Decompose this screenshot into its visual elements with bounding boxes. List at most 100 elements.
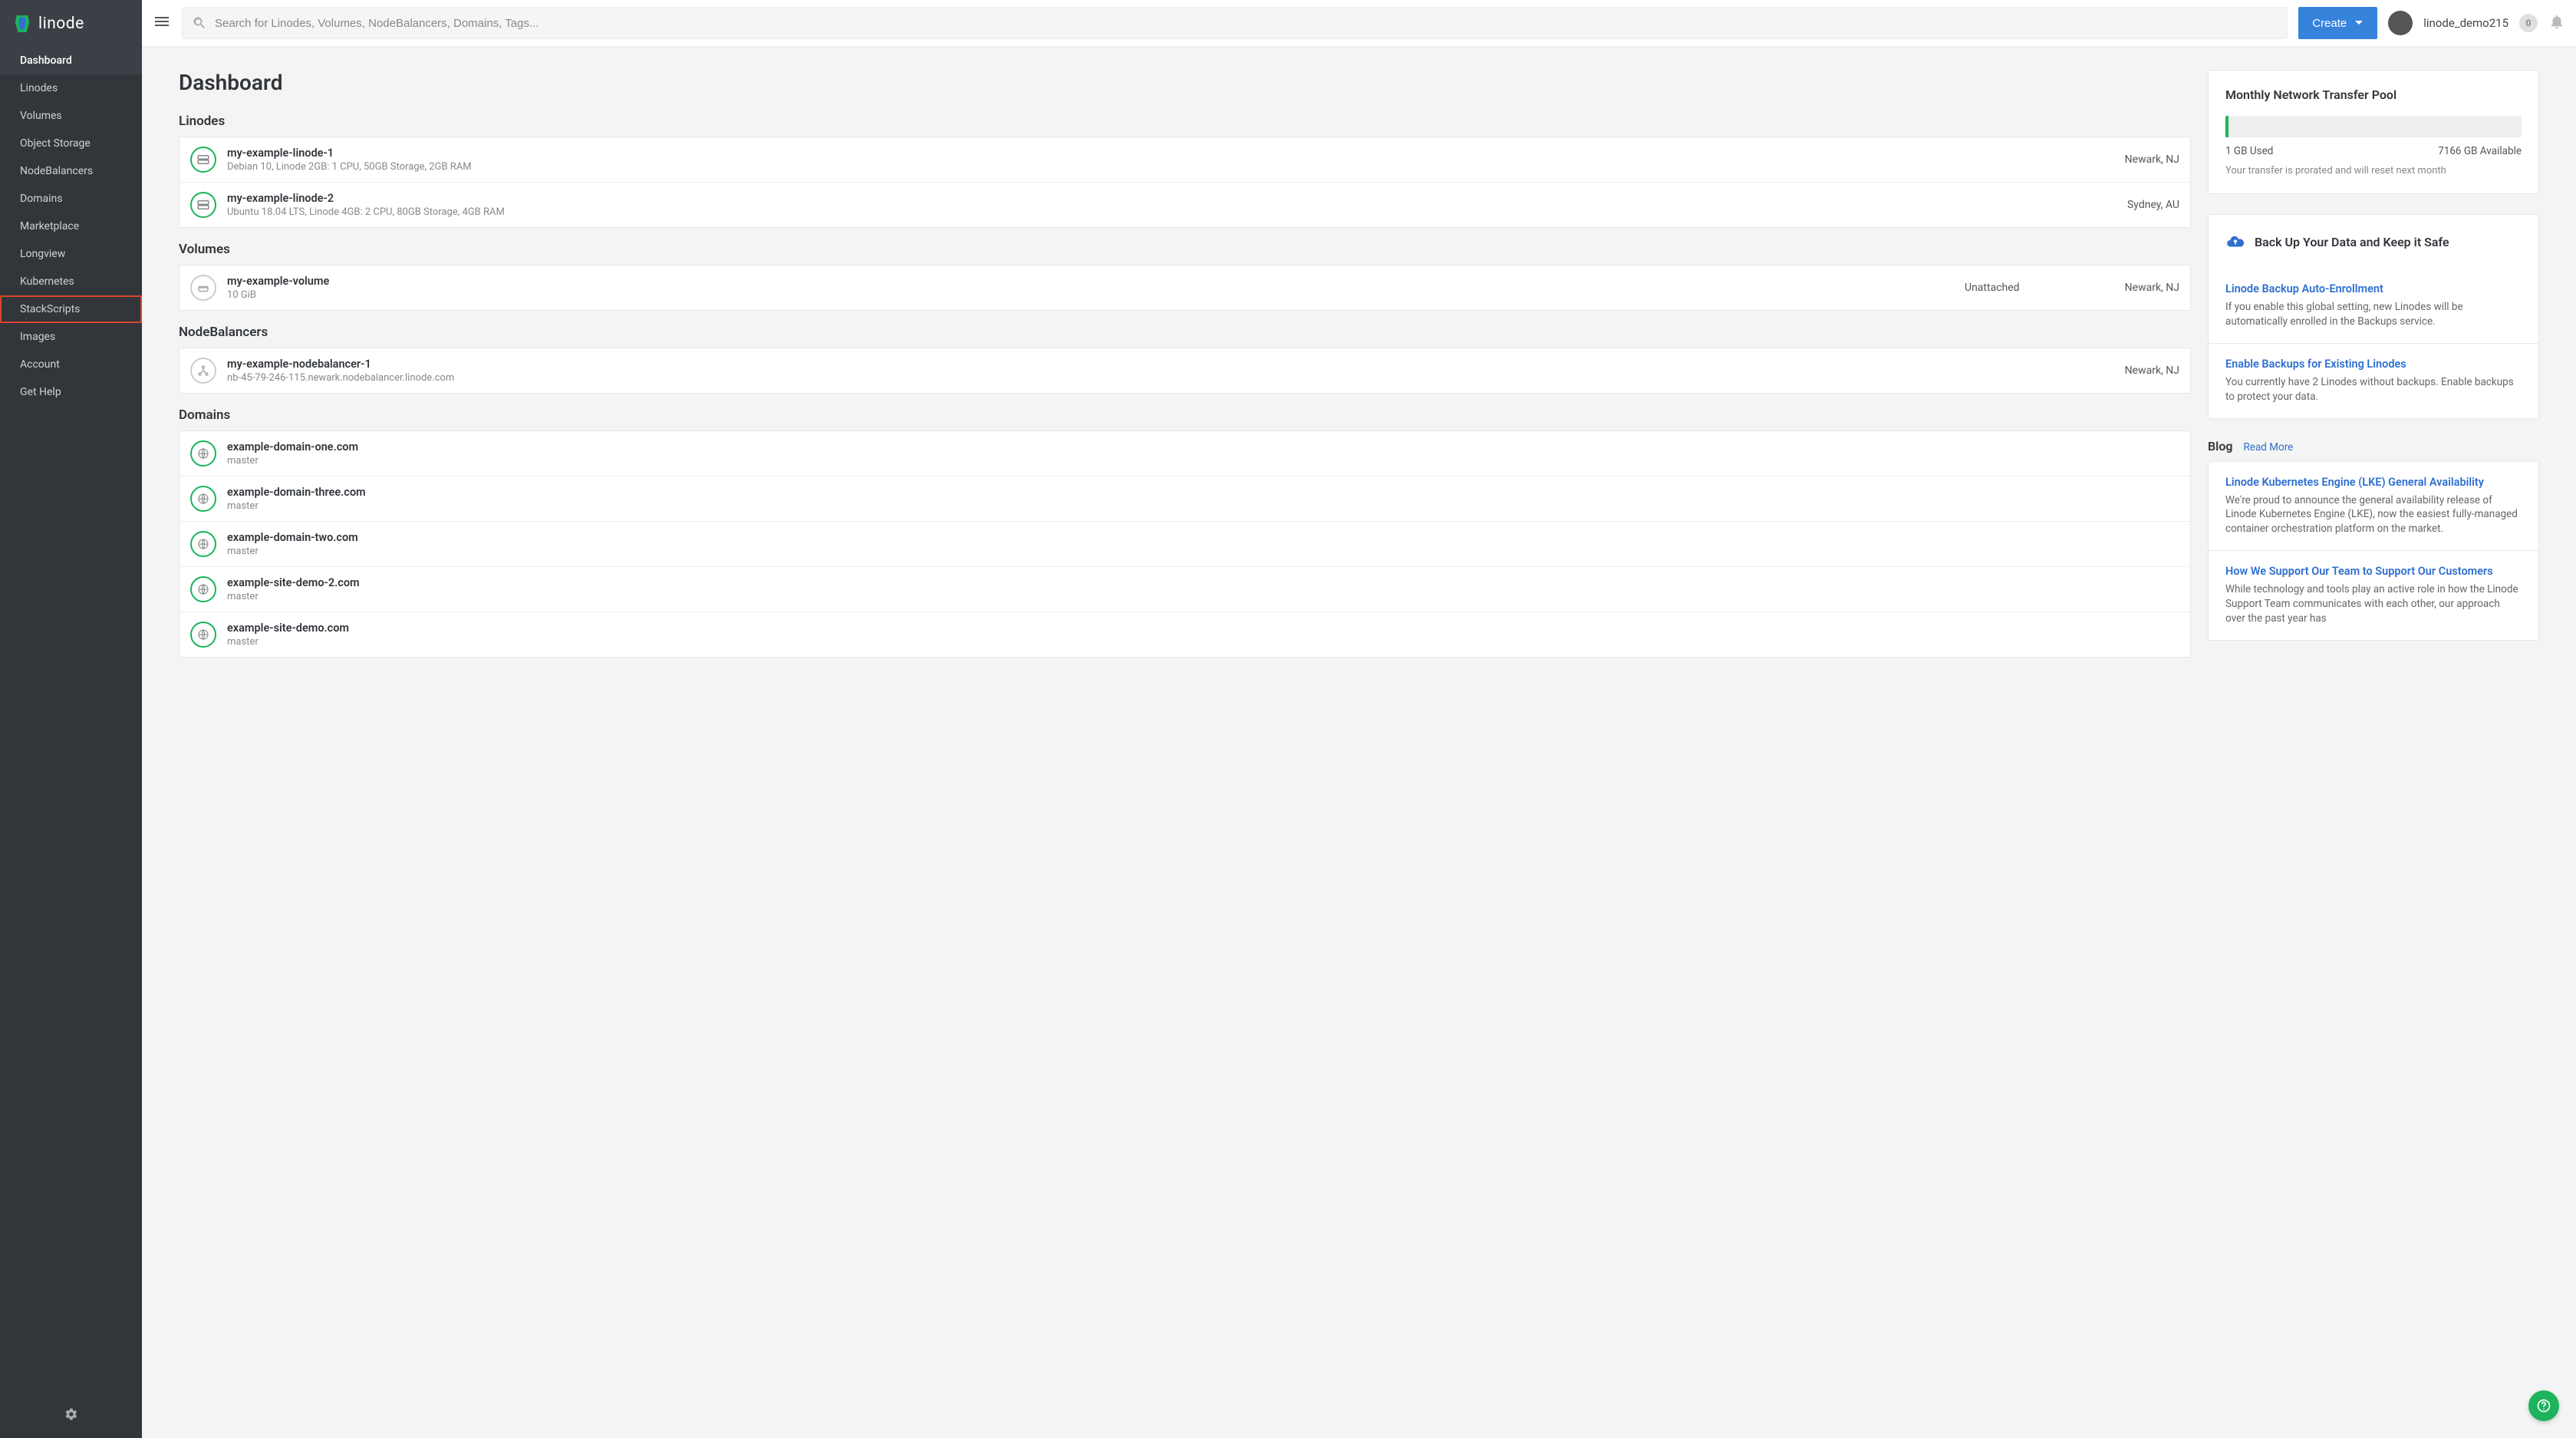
nodebalancer-location: Newark, NJ: [2087, 364, 2179, 377]
cloud-upload-icon: [2225, 232, 2245, 252]
backup-header-card: Back Up Your Data and Keep it Safe: [2208, 214, 2539, 269]
blog-title: Blog: [2208, 439, 2232, 453]
blog-read-more-link[interactable]: Read More: [2243, 441, 2293, 453]
domain-row[interactable]: example-site-demo.com master: [180, 612, 2190, 657]
transfer-note: Your transfer is prorated and will reset…: [2225, 165, 2522, 176]
backup-link-desc: You currently have 2 Linodes without bac…: [2225, 375, 2522, 404]
transfer-pool-card: Monthly Network Transfer Pool 1 GB Used …: [2208, 70, 2539, 194]
backup-link-desc: If you enable this global setting, new L…: [2225, 300, 2522, 329]
linode-name: my-example-linode-2: [227, 192, 2087, 205]
domain-name: example-domain-two.com: [227, 531, 2179, 544]
linode-row[interactable]: my-example-linode-1 Debian 10, Linode 2G…: [180, 137, 2190, 183]
sidebar-item-marketplace[interactable]: Marketplace: [0, 213, 142, 240]
globe-icon: [190, 576, 216, 602]
sidebar-item-object-storage[interactable]: Object Storage: [0, 130, 142, 157]
domain-row[interactable]: example-site-demo-2.com master: [180, 567, 2190, 612]
domain-detail: master: [227, 455, 2179, 467]
backup-header-text: Back Up Your Data and Keep it Safe: [2255, 235, 2449, 249]
domain-detail: master: [227, 546, 2179, 557]
volumes-panel: my-example-volume 10 GiB Unattached Newa…: [179, 265, 2191, 311]
sidebar-item-dashboard[interactable]: Dashboard: [0, 47, 142, 74]
section-title-linodes: Linodes: [179, 114, 2191, 129]
sidebar-item-domains[interactable]: Domains: [0, 185, 142, 213]
backup-link-title[interactable]: Enable Backups for Existing Linodes: [2225, 358, 2522, 371]
linode-name: my-example-linode-1: [227, 147, 2087, 160]
globe-icon: [190, 531, 216, 557]
backup-link-title[interactable]: Linode Backup Auto-Enrollment: [2225, 282, 2522, 295]
blog-post-desc: We're proud to announce the general avai…: [2225, 493, 2522, 537]
blog-post[interactable]: Linode Kubernetes Engine (LKE) General A…: [2208, 461, 2539, 551]
notification-count-badge[interactable]: 0: [2519, 14, 2538, 32]
domain-name: example-domain-one.com: [227, 440, 2179, 453]
topbar: Create linode_demo215 0: [142, 0, 2576, 47]
sidebar-item-volumes[interactable]: Volumes: [0, 102, 142, 130]
brand-logo-icon: [14, 14, 31, 34]
linode-row[interactable]: my-example-linode-2 Ubuntu 18.04 LTS, Li…: [180, 183, 2190, 227]
domain-name: example-domain-three.com: [227, 486, 2179, 499]
sidebar-item-get-help[interactable]: Get Help: [0, 378, 142, 406]
volume-detail: 10 GiB: [227, 289, 1965, 301]
globe-icon: [190, 440, 216, 467]
globe-icon: [190, 486, 216, 512]
domain-row[interactable]: example-domain-one.com master: [180, 431, 2190, 477]
avatar[interactable]: [2388, 11, 2413, 35]
section-title-domains: Domains: [179, 407, 2191, 423]
section-title-volumes: Volumes: [179, 242, 2191, 257]
sidebar-item-nodebalancers[interactable]: NodeBalancers: [0, 157, 142, 185]
blog-post[interactable]: How We Support Our Team to Support Our C…: [2208, 550, 2539, 641]
nodebalancer-name: my-example-nodebalancer-1: [227, 358, 2087, 371]
domain-detail: master: [227, 636, 2179, 648]
create-button[interactable]: Create: [2298, 7, 2377, 39]
sidebar-nav: Dashboard Linodes Volumes Object Storage…: [0, 47, 142, 1393]
settings-gear-icon[interactable]: [64, 1407, 78, 1424]
brand[interactable]: linode: [0, 0, 142, 47]
sidebar-item-images[interactable]: Images: [0, 323, 142, 351]
section-title-nodebalancers: NodeBalancers: [179, 325, 2191, 340]
brand-name: linode: [38, 15, 84, 33]
sidebar-item-account[interactable]: Account: [0, 351, 142, 378]
menu-toggle-icon[interactable]: [153, 12, 171, 34]
transfer-available: 7166 GB Available: [2438, 145, 2522, 157]
domain-detail: master: [227, 591, 2179, 602]
sidebar-item-stackscripts[interactable]: StackScripts: [0, 295, 142, 323]
blog-post-title[interactable]: How We Support Our Team to Support Our C…: [2225, 565, 2522, 578]
volume-location: Newark, NJ: [2087, 282, 2179, 294]
linode-location: Sydney, AU: [2087, 199, 2179, 211]
transfer-progress-bar: [2225, 116, 2522, 137]
backup-existing-card[interactable]: Enable Backups for Existing Linodes You …: [2208, 343, 2539, 419]
search-input[interactable]: [215, 17, 2278, 30]
bell-icon[interactable]: [2548, 13, 2565, 33]
server-icon: [190, 147, 216, 173]
domain-row[interactable]: example-domain-three.com master: [180, 477, 2190, 522]
chevron-down-icon: [2354, 18, 2364, 28]
volume-status: Unattached: [1965, 282, 2087, 294]
search-icon: [192, 15, 207, 31]
linode-location: Newark, NJ: [2087, 153, 2179, 166]
username[interactable]: linode_demo215: [2423, 16, 2508, 30]
domain-detail: master: [227, 500, 2179, 512]
domain-row[interactable]: example-domain-two.com master: [180, 522, 2190, 567]
disk-icon: [190, 275, 216, 301]
volume-row[interactable]: my-example-volume 10 GiB Unattached Newa…: [180, 266, 2190, 310]
server-icon: [190, 192, 216, 218]
sidebar-item-longview[interactable]: Longview: [0, 240, 142, 268]
volume-name: my-example-volume: [227, 275, 1965, 288]
transfer-title: Monthly Network Transfer Pool: [2225, 87, 2522, 102]
nodebalancer-detail: nb-45-79-246-115.newark.nodebalancer.lin…: [227, 372, 2087, 384]
linode-detail: Ubuntu 18.04 LTS, Linode 4GB: 2 CPU, 80G…: [227, 206, 2087, 218]
sidebar-item-kubernetes[interactable]: Kubernetes: [0, 268, 142, 295]
nodebalancers-panel: my-example-nodebalancer-1 nb-45-79-246-1…: [179, 348, 2191, 394]
domain-name: example-site-demo.com: [227, 622, 2179, 635]
sidebar-item-linodes[interactable]: Linodes: [0, 74, 142, 102]
blog-post-title[interactable]: Linode Kubernetes Engine (LKE) General A…: [2225, 476, 2522, 489]
help-icon: [2536, 1398, 2551, 1413]
linode-detail: Debian 10, Linode 2GB: 1 CPU, 50GB Stora…: [227, 161, 2087, 173]
blog-post-desc: While technology and tools play an activ…: [2225, 582, 2522, 626]
domain-name: example-site-demo-2.com: [227, 576, 2179, 589]
nodebalancer-row[interactable]: my-example-nodebalancer-1 nb-45-79-246-1…: [180, 348, 2190, 393]
help-fab[interactable]: [2528, 1390, 2559, 1421]
linodes-panel: my-example-linode-1 Debian 10, Linode 2G…: [179, 137, 2191, 228]
create-button-label: Create: [2312, 17, 2347, 30]
search-bar[interactable]: [182, 7, 2288, 39]
backup-auto-enroll-card[interactable]: Linode Backup Auto-Enrollment If you ena…: [2208, 269, 2539, 343]
